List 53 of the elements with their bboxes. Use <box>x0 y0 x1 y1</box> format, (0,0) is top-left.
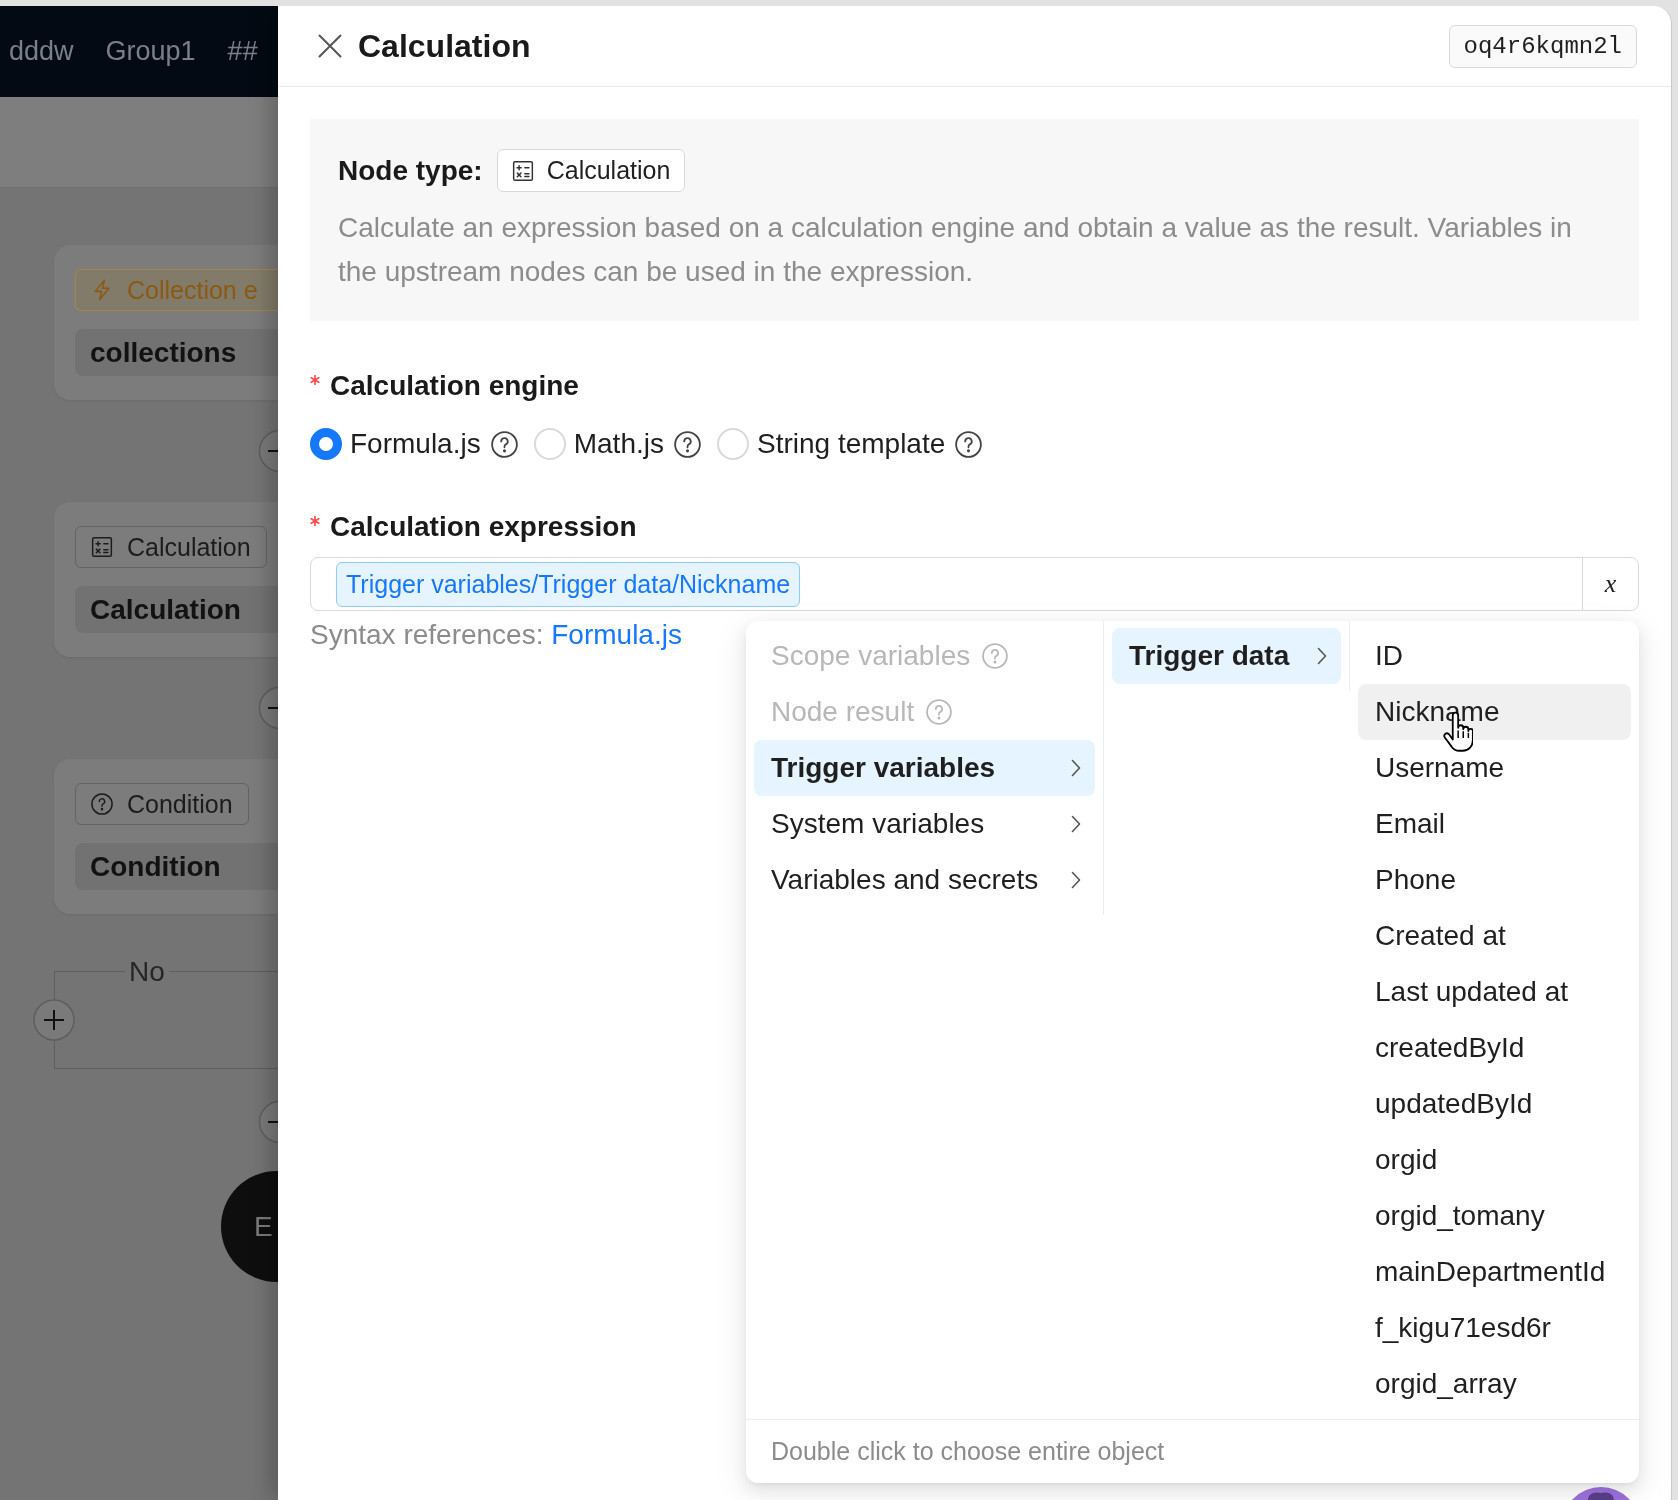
variable-button[interactable]: x <box>1582 558 1638 610</box>
menu-item[interactable]: Username <box>1358 740 1631 796</box>
node-title: Calculation <box>75 586 278 633</box>
node-card[interactable]: Collection e collections <box>54 245 278 400</box>
nav-item[interactable]: Group1 <box>105 36 196 67</box>
menu-item[interactable]: Variables and secrets <box>754 852 1095 908</box>
radio-button[interactable] <box>310 428 342 460</box>
node-type-name: Calculation <box>127 532 251 562</box>
menu-item[interactable]: orgid_array <box>1358 1356 1631 1412</box>
plus-circle-icon[interactable] <box>33 999 75 1041</box>
field-label: Calculation engine <box>330 369 579 403</box>
node-type-label: Node type: <box>338 154 483 187</box>
calculator-icon <box>91 536 113 558</box>
menu-item[interactable]: Trigger variables <box>754 740 1095 796</box>
node-description: Calculate an expression based on a calculation engine and obtain a value as the result. Variables in the upstream nodes can be used in the expression. <box>338 211 1573 289</box>
radio-option[interactable]: String template <box>716 428 946 460</box>
node-type-name: Condition <box>127 789 233 819</box>
node-title: collections <box>75 329 278 376</box>
menu-item[interactable]: ID <box>1358 628 1631 684</box>
menu-item[interactable]: updatedById <box>1358 1076 1631 1132</box>
radio-option[interactable]: Math.js <box>533 428 664 460</box>
syntax-hint: Syntax references: Formula.js <box>310 618 682 652</box>
field-label: Calculation expression <box>330 510 637 544</box>
menu-item[interactable]: Email <box>1358 796 1631 852</box>
radio-option[interactable]: Formula.js <box>310 428 481 460</box>
nav-item[interactable]: ## <box>227 36 258 67</box>
menu-item[interactable]: orgid_tomany <box>1358 1188 1631 1244</box>
menu-item[interactable]: Trigger data <box>1112 628 1341 684</box>
node-title: Condition <box>75 843 278 890</box>
question-circle-icon <box>91 793 113 815</box>
menu-item[interactable]: orgid <box>1358 1132 1631 1188</box>
node-card[interactable]: Condition Condition <box>54 759 278 914</box>
drawer-title: Calculation <box>358 27 531 65</box>
dropdown-hint: Double click to choose entire object <box>746 1419 1639 1483</box>
end-node[interactable]: E <box>221 1171 278 1282</box>
close-icon[interactable] <box>318 34 342 58</box>
menu-item[interactable]: mainDepartmentId <box>1358 1244 1631 1300</box>
syntax-link[interactable]: Formula.js <box>551 619 682 650</box>
node-card[interactable]: Calculation Calculation <box>54 502 278 657</box>
variable-tag[interactable]: Trigger variables/Trigger data/Nickname <box>336 561 801 607</box>
lightning-icon <box>91 279 113 301</box>
node-id-tag: oq4r6kqmn2l <box>1448 24 1637 68</box>
menu-item[interactable]: Phone <box>1358 852 1631 908</box>
menu-item[interactable]: Last updated at <box>1358 964 1631 1020</box>
expression-field[interactable]: Trigger variables/Trigger data/Nickname x <box>310 557 1639 611</box>
menu-item[interactable]: Created at <box>1358 908 1631 964</box>
nav-item[interactable]: dddw <box>9 36 74 67</box>
menu-item[interactable]: f_kigu71esd6r <box>1358 1300 1631 1356</box>
menu-item[interactable]: createdById <box>1358 1020 1631 1076</box>
calculator-icon <box>511 159 534 182</box>
node-type-name: Collection e <box>127 275 258 305</box>
menu-item[interactable]: System variables <box>754 796 1095 852</box>
node-type-name: Calculation <box>546 156 671 185</box>
